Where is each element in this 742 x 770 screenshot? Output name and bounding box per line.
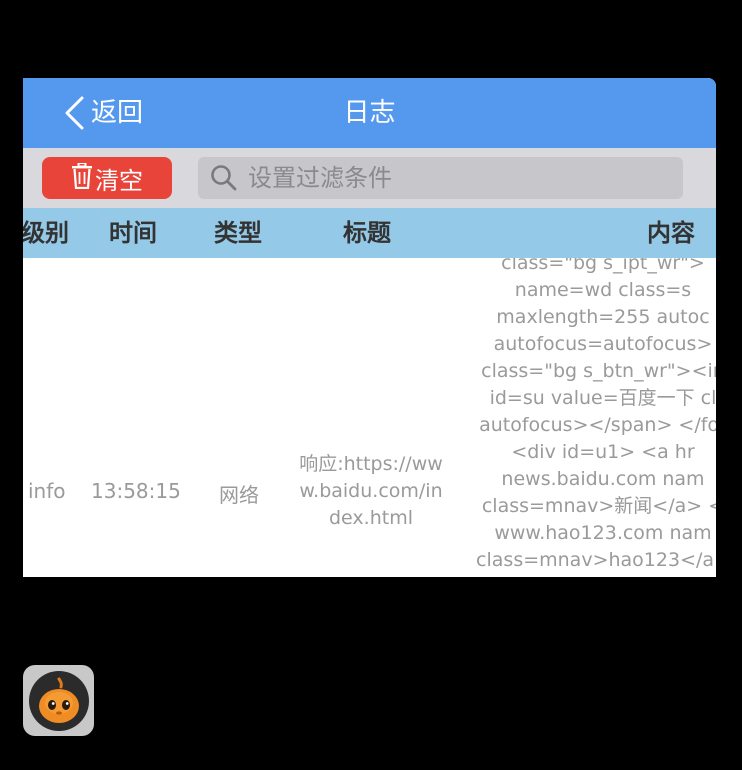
cell-type: 网络 [219, 483, 259, 507]
column-header-content[interactable]: 内容 [647, 208, 695, 258]
cell-content: class="bg s_ipt_wr"> name=wd class=s max… [476, 258, 716, 571]
clear-label: 清空 [95, 166, 143, 195]
search-box[interactable] [198, 157, 683, 199]
trash-icon [71, 162, 93, 193]
column-header-title[interactable]: 标题 [343, 208, 391, 258]
cell-title: 响应:https://www.baidu.com/index.html [299, 453, 443, 529]
column-header-level[interactable]: 级别 [23, 208, 69, 258]
page-title: 日志 [343, 98, 396, 128]
search-icon [210, 164, 238, 192]
navigation-bar: 返回 日志 [23, 78, 716, 148]
toolbar: 清空 [23, 148, 716, 208]
clear-button[interactable]: 清空 [42, 157, 172, 199]
column-header-time[interactable]: 时间 [109, 208, 157, 258]
search-input[interactable] [246, 163, 670, 193]
log-panel: 返回 日志 清空 设置过滤条件 级别 时间 类型 标题 内容 info 13:5… [23, 78, 716, 577]
table-header: 级别 时间 类型 标题 内容 [23, 208, 716, 258]
column-header-type[interactable]: 类型 [214, 208, 262, 258]
cell-time: 13:58:15 [91, 479, 181, 503]
cell-level: info [28, 479, 66, 503]
pumpkin-app-icon[interactable] [23, 665, 94, 736]
log-table-body[interactable]: info 13:58:15 网络 响应:https://www.baidu.co… [23, 258, 716, 577]
